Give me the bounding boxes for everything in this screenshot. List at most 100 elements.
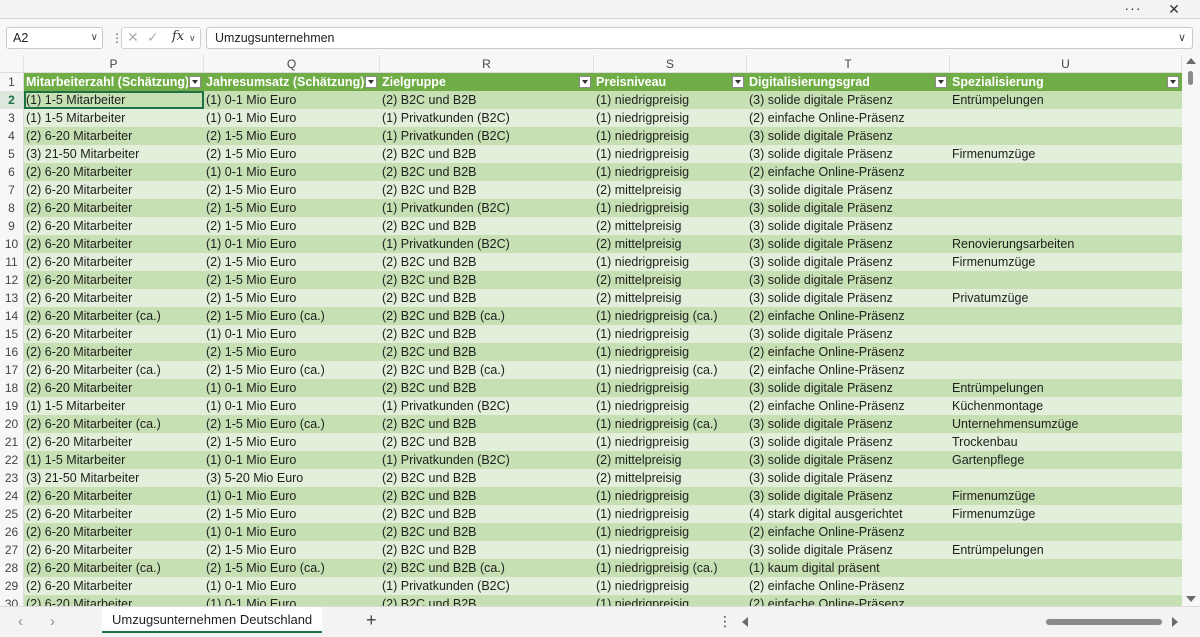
- row-header[interactable]: 5: [0, 145, 24, 163]
- next-sheet-icon[interactable]: ›: [50, 613, 55, 630]
- scroll-right-icon[interactable]: [1172, 617, 1178, 627]
- table-cell[interactable]: (1) niedrigpreisig: [594, 163, 747, 181]
- table-cell[interactable]: (2) einfache Online-Präsenz: [747, 361, 950, 379]
- table-cell[interactable]: (2) B2C und B2B: [380, 541, 594, 559]
- spreadsheet-grid[interactable]: P Q R S T U 1 Mitarbeiterzahl (Schätzung) Jahres…: [0, 55, 1182, 606]
- scroll-left-icon[interactable]: [742, 617, 748, 627]
- row-header[interactable]: 11: [0, 253, 24, 271]
- table-cell[interactable]: (2) 6-20 Mitarbeiter: [24, 199, 204, 217]
- table-cell[interactable]: [950, 127, 1182, 145]
- table-cell[interactable]: (1) niedrigpreisig: [594, 541, 747, 559]
- row-header[interactable]: 23: [0, 469, 24, 487]
- column-header-u[interactable]: U: [950, 55, 1182, 73]
- table-cell[interactable]: (1) 0-1 Mio Euro: [204, 235, 380, 253]
- row-header[interactable]: 19: [0, 397, 24, 415]
- table-cell[interactable]: (1) niedrigpreisig: [594, 505, 747, 523]
- table-cell[interactable]: (2) 6-20 Mitarbeiter: [24, 577, 204, 595]
- table-cell[interactable]: (1) niedrigpreisig: [594, 379, 747, 397]
- filter-dropdown-icon[interactable]: [579, 76, 591, 88]
- formula-input[interactable]: Umzugsunternehmen ∨: [206, 27, 1193, 49]
- table-cell[interactable]: (1) 0-1 Mio Euro: [204, 91, 380, 109]
- table-cell[interactable]: [950, 361, 1182, 379]
- table-cell[interactable]: (3) solide digitale Präsenz: [747, 487, 950, 505]
- table-cell[interactable]: (2) 1-5 Mio Euro: [204, 127, 380, 145]
- table-cell[interactable]: (2) 1-5 Mio Euro: [204, 541, 380, 559]
- row-header[interactable]: 15: [0, 325, 24, 343]
- table-cell[interactable]: (2) 1-5 Mio Euro: [204, 433, 380, 451]
- table-cell[interactable]: (1) niedrigpreisig: [594, 397, 747, 415]
- row-header[interactable]: 12: [0, 271, 24, 289]
- table-cell[interactable]: (1) 1-5 Mitarbeiter: [24, 91, 204, 109]
- table-cell[interactable]: (2) 6-20 Mitarbeiter: [24, 271, 204, 289]
- cancel-icon[interactable]: ✕: [127, 29, 139, 46]
- table-cell[interactable]: (1) niedrigpreisig: [594, 487, 747, 505]
- row-header[interactable]: 9: [0, 217, 24, 235]
- table-cell[interactable]: (1) niedrigpreisig: [594, 253, 747, 271]
- table-cell[interactable]: (1) 1-5 Mitarbeiter: [24, 109, 204, 127]
- table-cell[interactable]: (2) B2C und B2B: [380, 379, 594, 397]
- row-header[interactable]: 27: [0, 541, 24, 559]
- previous-sheet-icon[interactable]: ‹: [18, 613, 23, 630]
- table-cell[interactable]: (3) solide digitale Präsenz: [747, 415, 950, 433]
- table-cell[interactable]: (1) Privatkunden (B2C): [380, 199, 594, 217]
- row-header[interactable]: 1: [0, 73, 24, 91]
- table-cell[interactable]: (3) solide digitale Präsenz: [747, 91, 950, 109]
- filter-dropdown-icon[interactable]: [365, 76, 377, 88]
- row-header[interactable]: 17: [0, 361, 24, 379]
- table-cell[interactable]: (3) solide digitale Präsenz: [747, 271, 950, 289]
- table-cell[interactable]: (1) niedrigpreisig: [594, 433, 747, 451]
- table-cell[interactable]: (1) 0-1 Mio Euro: [204, 451, 380, 469]
- table-cell[interactable]: (1) niedrigpreisig (ca.): [594, 559, 747, 577]
- table-cell[interactable]: (2) 1-5 Mio Euro: [204, 253, 380, 271]
- table-cell[interactable]: (1) 0-1 Mio Euro: [204, 379, 380, 397]
- table-cell[interactable]: (2) 6-20 Mitarbeiter: [24, 595, 204, 606]
- row-header[interactable]: 22: [0, 451, 24, 469]
- table-cell[interactable]: (2) 1-5 Mio Euro: [204, 145, 380, 163]
- table-cell[interactable]: (3) solide digitale Präsenz: [747, 127, 950, 145]
- table-cell[interactable]: (2) 6-20 Mitarbeiter: [24, 127, 204, 145]
- table-cell[interactable]: (1) niedrigpreisig: [594, 91, 747, 109]
- table-cell[interactable]: [950, 595, 1182, 606]
- table-cell[interactable]: (1) 0-1 Mio Euro: [204, 487, 380, 505]
- table-cell[interactable]: (1) niedrigpreisig: [594, 199, 747, 217]
- table-cell[interactable]: (2) 1-5 Mio Euro (ca.): [204, 415, 380, 433]
- table-cell[interactable]: (3) solide digitale Präsenz: [747, 145, 950, 163]
- table-cell[interactable]: (2) B2C und B2B: [380, 343, 594, 361]
- table-cell[interactable]: (2) B2C und B2B (ca.): [380, 361, 594, 379]
- table-cell[interactable]: (1) Privatkunden (B2C): [380, 235, 594, 253]
- table-cell[interactable]: (2) mittelpreisig: [594, 451, 747, 469]
- row-header[interactable]: 24: [0, 487, 24, 505]
- row-header[interactable]: 16: [0, 343, 24, 361]
- table-cell[interactable]: (2) 6-20 Mitarbeiter: [24, 181, 204, 199]
- table-cell[interactable]: (1) 1-5 Mitarbeiter: [24, 451, 204, 469]
- row-header[interactable]: 26: [0, 523, 24, 541]
- table-cell[interactable]: (2) mittelpreisig: [594, 289, 747, 307]
- chevron-down-icon[interactable]: ∨: [189, 33, 196, 44]
- row-header[interactable]: 10: [0, 235, 24, 253]
- row-header[interactable]: 7: [0, 181, 24, 199]
- expand-formula-bar-icon[interactable]: ∨: [1178, 28, 1186, 48]
- row-header[interactable]: 14: [0, 307, 24, 325]
- table-cell[interactable]: (2) mittelpreisig: [594, 271, 747, 289]
- table-cell[interactable]: (1) niedrigpreisig (ca.): [594, 307, 747, 325]
- table-cell[interactable]: Unternehmensumzüge: [950, 415, 1182, 433]
- table-cell[interactable]: (2) mittelpreisig: [594, 217, 747, 235]
- table-cell[interactable]: (2) 6-20 Mitarbeiter: [24, 505, 204, 523]
- table-cell[interactable]: (2) einfache Online-Präsenz: [747, 343, 950, 361]
- table-cell[interactable]: Renovierungsarbeiten: [950, 235, 1182, 253]
- table-cell[interactable]: (1) 0-1 Mio Euro: [204, 325, 380, 343]
- table-cell[interactable]: (2) einfache Online-Präsenz: [747, 163, 950, 181]
- table-cell[interactable]: (3) solide digitale Präsenz: [747, 325, 950, 343]
- column-header-s[interactable]: S: [594, 55, 747, 73]
- table-cell[interactable]: (3) solide digitale Präsenz: [747, 199, 950, 217]
- table-cell[interactable]: (2) 6-20 Mitarbeiter: [24, 325, 204, 343]
- table-cell[interactable]: (1) niedrigpreisig: [594, 343, 747, 361]
- table-cell[interactable]: [950, 181, 1182, 199]
- table-cell[interactable]: (2) B2C und B2B (ca.): [380, 559, 594, 577]
- header-cell[interactable]: Jahresumsatz (Schätzung): [204, 73, 364, 91]
- row-header[interactable]: 6: [0, 163, 24, 181]
- table-cell[interactable]: [950, 559, 1182, 577]
- table-cell[interactable]: (1) niedrigpreisig (ca.): [594, 415, 747, 433]
- column-header-r[interactable]: R: [380, 55, 594, 73]
- row-header[interactable]: 21: [0, 433, 24, 451]
